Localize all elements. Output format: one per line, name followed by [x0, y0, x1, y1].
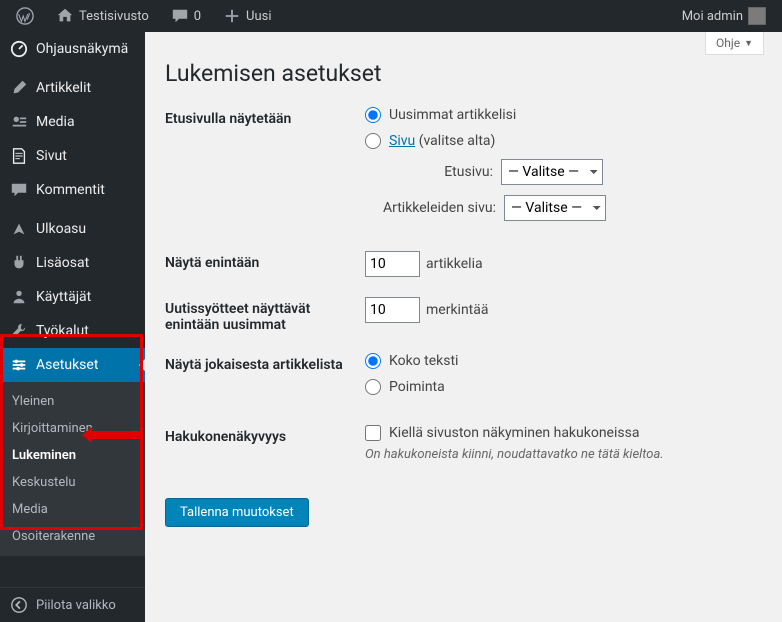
sidebar-item-comments[interactable]: Kommentit — [0, 173, 145, 207]
sidebar-item-tools[interactable]: Työkalut — [0, 314, 145, 348]
help-tab[interactable]: Ohje ▼ — [705, 32, 764, 55]
new-label: Uusi — [246, 9, 271, 24]
wp-logo[interactable] — [8, 0, 42, 32]
sidebar-label: Sivut — [36, 148, 67, 164]
collapse-label: Piilota valikko — [36, 598, 116, 613]
collapse-menu[interactable]: Piilota valikko — [0, 587, 145, 622]
radio-label: Uusimmat artikkelisi — [389, 107, 516, 123]
radio-static-page[interactable] — [365, 133, 381, 149]
site-name: Testisivusto — [79, 9, 149, 24]
visibility-desc: On hakukoneista kiinni, noudattavatko ne… — [365, 447, 762, 462]
radio-full-text[interactable] — [365, 353, 381, 369]
help-label: Ohje — [716, 36, 740, 50]
sidebar-label: Asetukset — [36, 357, 98, 373]
visibility-label: Hakukonenäkyvyys — [165, 425, 365, 445]
search-visibility-checkbox[interactable] — [365, 425, 381, 441]
submenu-permalinks[interactable]: Osoiterakenne — [0, 523, 145, 550]
posts-max-label: Näytä enintään — [165, 251, 365, 271]
settings-submenu: Yleinen Kirjoittaminen Lukeminen Keskust… — [0, 382, 145, 556]
sidebar-label: Työkalut — [36, 323, 89, 339]
checkbox-label: Kiellä sivuston näkyminen hakukoneissa — [389, 425, 639, 441]
sidebar-label: Ulkoasu — [36, 221, 86, 237]
account-link[interactable]: Moi admin — [674, 0, 774, 32]
posts-max-suffix: artikkelia — [426, 256, 483, 272]
posts-select-label: Artikkeleiden sivu: — [383, 200, 496, 216]
sidebar-label: Kommentit — [36, 182, 105, 198]
radio-latest-posts[interactable] — [365, 107, 381, 123]
submenu-writing[interactable]: Kirjoittaminen — [0, 415, 145, 442]
sidebar-label: Media — [36, 114, 75, 130]
admin-topbar: Testisivusto 0 Uusi Moi admin — [0, 0, 782, 32]
site-link[interactable]: Testisivusto — [48, 0, 157, 32]
sidebar-item-pages[interactable]: Sivut — [0, 139, 145, 173]
comments-link[interactable]: 0 — [163, 0, 209, 32]
sidebar-item-appearance[interactable]: Ulkoasu — [0, 212, 145, 246]
posts-page-select[interactable]: — Valitse — — [504, 195, 606, 221]
front-page-select[interactable]: — Valitse — — [501, 159, 603, 185]
feed-content-label: Näytä jokaisesta artikkelista — [165, 353, 365, 373]
sidebar-item-plugins[interactable]: Lisäosat — [0, 246, 145, 280]
avatar — [748, 7, 766, 25]
feed-max-label: Uutissyötteet näyttävät enintään uusimma… — [165, 297, 365, 333]
sidebar-item-posts[interactable]: Artikkelit — [0, 71, 145, 105]
submenu-discussion[interactable]: Keskustelu — [0, 469, 145, 496]
feed-max-input[interactable] — [365, 297, 420, 323]
sidebar-label: Ohjausnäkymä — [36, 41, 128, 57]
sidebar-item-dashboard[interactable]: Ohjausnäkymä — [0, 32, 145, 66]
radio-label: Poiminta — [389, 379, 445, 395]
sidebar-label: Käyttäjät — [36, 289, 91, 305]
frontpage-label: Etusivulla näytetään — [165, 107, 365, 127]
sidebar-item-settings[interactable]: Asetukset — [0, 348, 145, 382]
main-content: Ohje ▼ Lukemisen asetukset Etusivulla näy… — [145, 32, 782, 622]
submenu-general[interactable]: Yleinen — [0, 388, 145, 415]
new-link[interactable]: Uusi — [215, 0, 279, 32]
greeting: Moi admin — [682, 9, 743, 24]
sidebar-item-media[interactable]: Media — [0, 105, 145, 139]
page-link[interactable]: Sivu — [389, 133, 415, 149]
page-title: Lukemisen asetukset — [165, 60, 762, 87]
save-button[interactable]: Tallenna muutokset — [165, 498, 309, 527]
radio-excerpt[interactable] — [365, 379, 381, 395]
sidebar-item-users[interactable]: Käyttäjät — [0, 280, 145, 314]
front-select-label: Etusivu: — [383, 164, 493, 180]
radio-label: Sivu (valitse alta) — [389, 133, 495, 149]
posts-max-input[interactable] — [365, 251, 420, 277]
admin-sidebar: Ohjausnäkymä Artikkelit Media Sivut Komm… — [0, 32, 145, 622]
sidebar-label: Artikkelit — [36, 80, 91, 96]
radio-label: Koko teksti — [389, 353, 458, 369]
feed-max-suffix: merkintää — [426, 302, 489, 318]
submenu-media[interactable]: Media — [0, 496, 145, 523]
sidebar-label: Lisäosat — [36, 255, 89, 271]
comments-count: 0 — [194, 9, 201, 24]
submenu-reading[interactable]: Lukeminen — [0, 442, 145, 469]
chevron-down-icon: ▼ — [744, 38, 753, 49]
